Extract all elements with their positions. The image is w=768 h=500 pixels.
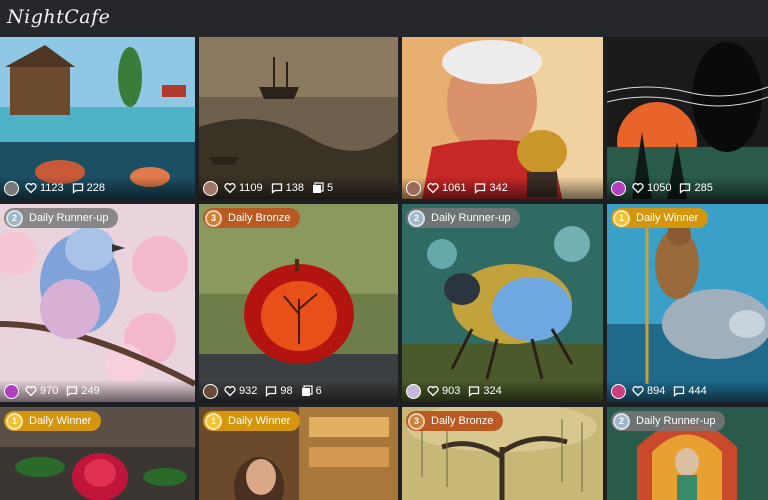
creation-image[interactable]: [402, 37, 603, 199]
image-count[interactable]: 5: [312, 182, 333, 194]
like-count[interactable]: 1109: [224, 182, 263, 194]
like-count[interactable]: 1123: [25, 182, 64, 194]
creation-card[interactable]: 3 Daily Bronze 932 98 6: [199, 204, 398, 402]
heart-icon: [632, 386, 644, 397]
award-badge: 3 Daily Bronze: [203, 208, 301, 228]
comment-icon: [72, 183, 83, 194]
image-count[interactable]: 6: [301, 385, 322, 397]
comment-icon: [266, 386, 277, 397]
medal-icon: 3: [408, 412, 425, 430]
top-bar: NightCafe: [0, 0, 768, 37]
comment-count[interactable]: 228: [72, 182, 105, 194]
comment-icon: [271, 183, 282, 194]
creation-image[interactable]: [0, 204, 195, 402]
creation-card[interactable]: 1109 138 5: [199, 37, 398, 199]
creation-image[interactable]: [0, 37, 195, 199]
creation-card[interactable]: 1 Daily Winner 894 444: [607, 204, 768, 402]
creator-avatar[interactable]: [4, 383, 19, 399]
heart-icon: [427, 183, 439, 194]
heart-icon: [25, 183, 37, 194]
card-stats: 1061 342: [402, 177, 603, 199]
creation-image[interactable]: [607, 204, 768, 402]
card-stats: 1050 285: [607, 177, 768, 199]
heart-icon: [25, 386, 37, 397]
card-stats: 1123 228: [0, 177, 195, 199]
comment-count[interactable]: 324: [468, 385, 502, 397]
award-badge: 1 Daily Winner: [611, 208, 709, 228]
award-badge: 3 Daily Bronze: [406, 411, 504, 431]
medal-icon: 1: [6, 412, 23, 430]
card-stats: 932 98 6: [199, 380, 398, 402]
creation-image[interactable]: [199, 37, 398, 199]
award-badge: 2 Daily Runner-up: [406, 208, 521, 228]
creation-card[interactable]: 2 Daily Runner-up: [607, 407, 768, 500]
comment-count[interactable]: 98: [265, 385, 293, 397]
comment-icon: [680, 183, 691, 194]
medal-icon: 1: [613, 209, 630, 227]
creator-avatar[interactable]: [611, 383, 626, 399]
like-count[interactable]: 932: [224, 385, 257, 397]
creator-avatar[interactable]: [406, 383, 421, 399]
medal-icon: 1: [205, 412, 222, 430]
comment-icon: [475, 183, 486, 194]
award-badge: 1 Daily Winner: [4, 411, 102, 431]
award-badge: 1 Daily Winner: [203, 411, 301, 431]
creator-avatar[interactable]: [611, 180, 626, 196]
comment-icon: [469, 386, 480, 397]
card-stats: 894 444: [607, 380, 768, 402]
images-icon: [301, 385, 313, 396]
comment-count[interactable]: 138: [271, 182, 304, 194]
medal-icon: 2: [613, 412, 630, 430]
heart-icon: [224, 386, 236, 397]
creation-card[interactable]: 1050 285: [607, 37, 768, 199]
creator-avatar[interactable]: [203, 180, 218, 196]
card-stats: 1109 138 5: [199, 177, 398, 199]
like-count[interactable]: 894: [632, 385, 665, 397]
creation-image[interactable]: [199, 204, 398, 402]
comment-count[interactable]: 444: [673, 385, 707, 397]
like-count[interactable]: 970: [25, 385, 58, 397]
creator-avatar[interactable]: [203, 383, 218, 399]
award-badge: 2 Daily Runner-up: [4, 208, 119, 228]
card-stats: 970 249: [0, 380, 195, 402]
medal-icon: 3: [205, 209, 222, 227]
comment-count[interactable]: 342: [474, 182, 508, 194]
creation-card[interactable]: 1 Daily Winner: [199, 407, 398, 500]
app-logo[interactable]: NightCafe: [7, 6, 110, 28]
creator-avatar[interactable]: [406, 180, 421, 196]
award-badge: 2 Daily Runner-up: [611, 411, 726, 431]
like-count[interactable]: 1050: [632, 182, 671, 194]
like-count[interactable]: 1061: [427, 182, 466, 194]
heart-icon: [427, 386, 439, 397]
comment-count[interactable]: 285: [679, 182, 713, 194]
medal-icon: 2: [408, 209, 425, 227]
heart-icon: [632, 183, 644, 194]
images-icon: [313, 182, 324, 193]
comment-count[interactable]: 249: [66, 385, 100, 397]
comment-icon: [67, 386, 78, 397]
creation-card[interactable]: 1 Daily Winner: [0, 407, 195, 500]
creator-avatar[interactable]: [4, 180, 19, 196]
creation-card[interactable]: 1061 342: [402, 37, 603, 199]
comment-icon: [674, 386, 685, 397]
creation-image[interactable]: [402, 204, 603, 402]
creation-card[interactable]: 1123 228: [0, 37, 195, 199]
creation-card[interactable]: 3 Daily Bronze: [402, 407, 603, 500]
creation-grid: 1123 228 1109 138 5 1061 342 1050 285 2 …: [0, 37, 768, 500]
creation-card[interactable]: 2 Daily Runner-up 903 324: [402, 204, 603, 402]
like-count[interactable]: 903: [427, 385, 460, 397]
heart-icon: [224, 183, 236, 194]
creation-card[interactable]: 2 Daily Runner-up 970 249: [0, 204, 195, 402]
card-stats: 903 324: [402, 380, 603, 402]
medal-icon: 2: [6, 209, 23, 227]
creation-image[interactable]: [607, 37, 768, 199]
